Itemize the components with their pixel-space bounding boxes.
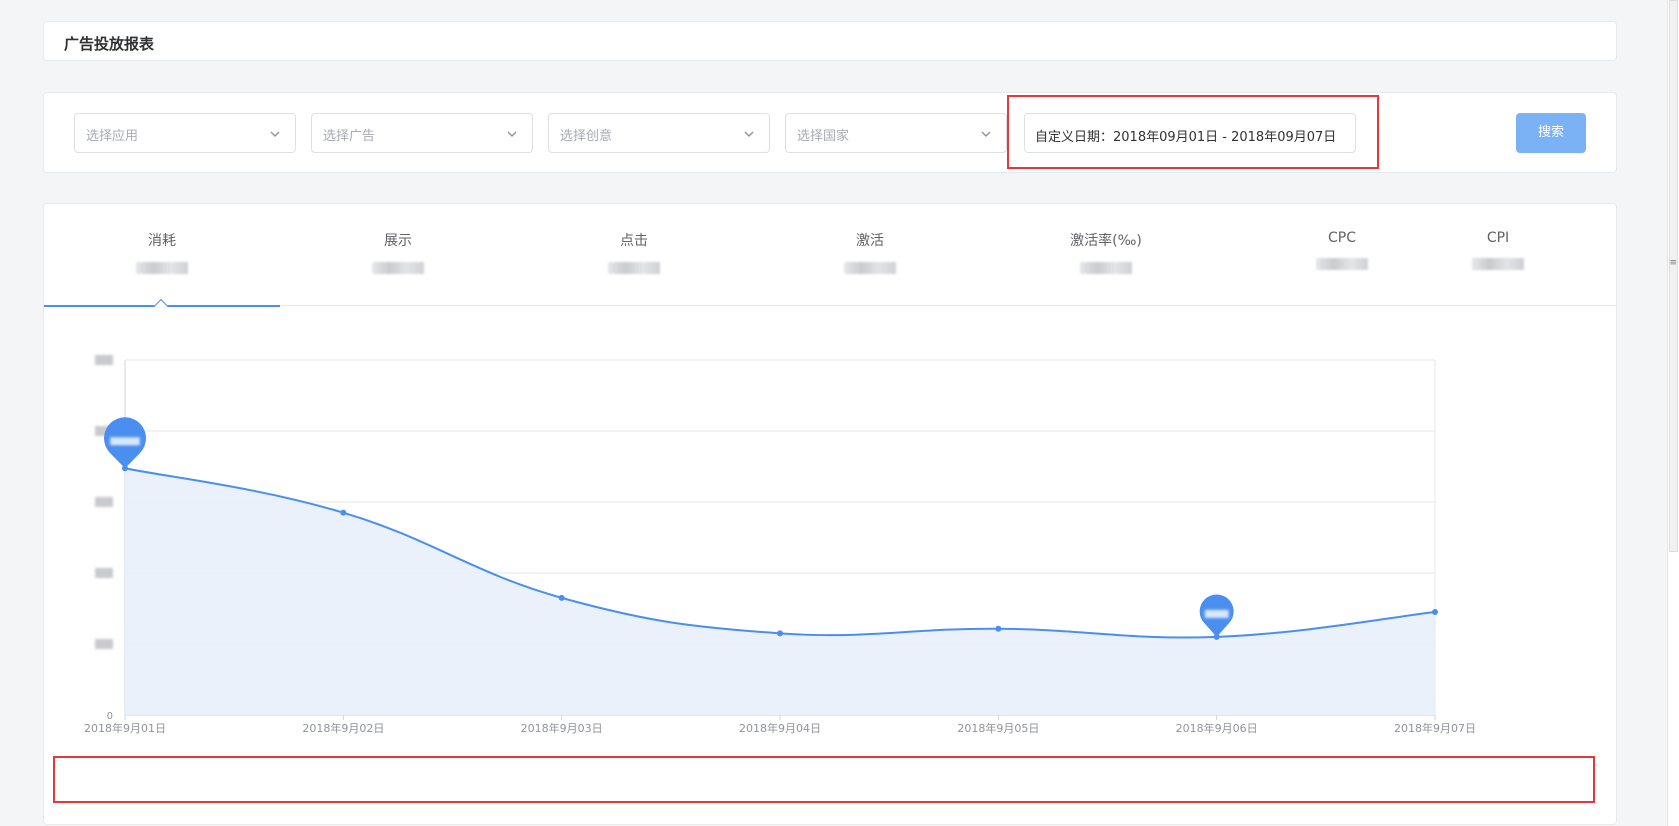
creative-select-placeholder: 选择创意 <box>560 129 613 144</box>
x-axis-labels: 2018年9月01日 2018年9月02日 2018年9月03日 2018年9月04日… <box>84 721 1476 735</box>
chevron-down-icon <box>744 131 754 137</box>
ad-select[interactable]: 选择广告 <box>311 113 533 153</box>
scrollbar-thumb[interactable] <box>1669 0 1678 552</box>
y-tick-label-redacted <box>95 355 113 365</box>
date-range-picker[interactable]: 自定义日期：2018年09月01日 - 2018年09月07日 <box>1024 113 1356 153</box>
y-tick-label-redacted <box>95 639 113 649</box>
y-tick-label: 0 <box>107 711 113 722</box>
chevron-down-icon <box>270 131 280 137</box>
country-select-placeholder: 选择国家 <box>797 129 850 144</box>
ad-select-placeholder: 选择广告 <box>323 129 376 144</box>
chevron-down-icon <box>507 131 517 137</box>
area-fill <box>125 468 1435 715</box>
search-button[interactable]: 搜索 <box>1516 113 1586 153</box>
x-tick-label: 2018年9月04日 <box>739 721 821 735</box>
app-select-placeholder: 选择应用 <box>86 129 139 144</box>
page-title: 广告投放报表 <box>64 35 155 53</box>
data-point[interactable] <box>558 594 565 601</box>
data-point[interactable] <box>777 630 783 637</box>
data-point[interactable] <box>1432 609 1438 616</box>
data-point[interactable] <box>995 625 1002 632</box>
y-axis-labels: 0 <box>95 355 113 722</box>
pin-value-redacted <box>110 437 140 446</box>
x-tick-label: 2018年9月05日 <box>957 721 1039 735</box>
scroll-grip-icon: ≡ <box>1669 258 1677 268</box>
page-scrollbar[interactable]: ≡ <box>1667 0 1679 826</box>
cost-area-chart: 0 2018年9月01日 2018年9月02日 2018年9月03日 2018年9月0… <box>84 355 1476 735</box>
chevron-down-icon <box>981 131 991 137</box>
x-tick-label: 2018年9月03日 <box>521 721 603 735</box>
y-tick-label-redacted <box>95 497 113 507</box>
filter-bar: 选择应用 选择广告 选择创意 选择国家 自定义日期：2018年09月01日 - … <box>43 92 1617 173</box>
pin-marker-icon[interactable] <box>1199 594 1234 637</box>
chart-card: 消耗 展示 点击 激活 激活率(‰) CPC CPI 0 2018年9月01日 … <box>43 203 1617 825</box>
title-card: 广告投放报表 <box>43 21 1617 61</box>
app-select[interactable]: 选择应用 <box>74 113 296 153</box>
creative-select[interactable]: 选择创意 <box>548 113 770 153</box>
y-tick-label-redacted <box>95 568 113 578</box>
x-tick-label: 2018年9月07日 <box>1394 721 1476 735</box>
country-select[interactable]: 选择国家 <box>785 113 1007 153</box>
x-tick-label: 2018年9月06日 <box>1176 721 1258 735</box>
data-point[interactable] <box>340 509 347 516</box>
pin-value-redacted <box>1204 609 1229 618</box>
x-tick-label: 2018年9月02日 <box>302 721 384 735</box>
pin-marker-icon[interactable] <box>104 417 146 469</box>
date-range-text: 自定义日期：2018年09月01日 - 2018年09月07日 <box>1035 130 1337 145</box>
x-tick-label: 2018年9月01日 <box>84 721 166 735</box>
